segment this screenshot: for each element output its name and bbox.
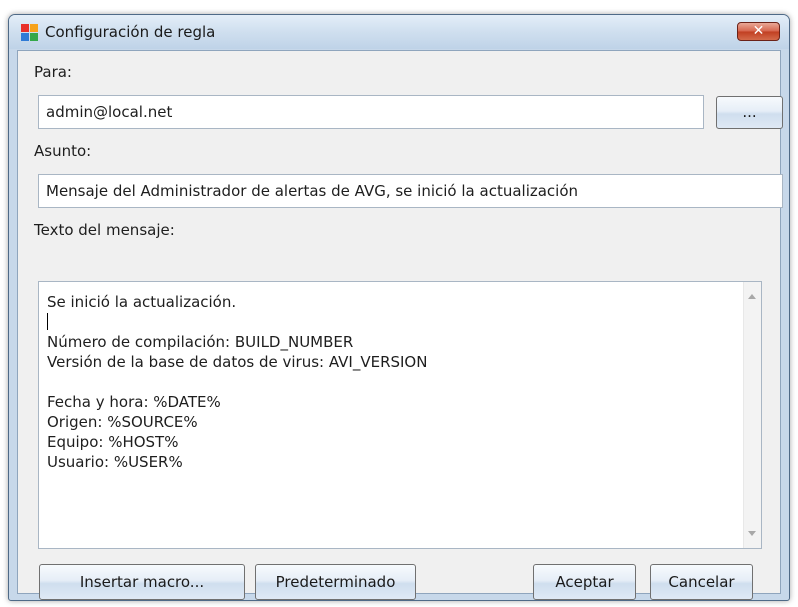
message-textarea[interactable]: Se inició la actualización. Número de com… [38, 281, 762, 549]
subject-field[interactable]: Mensaje del Administrador de alertas de … [38, 174, 783, 208]
to-label: Para: [34, 63, 72, 81]
message-line: Fecha y hora: %DATE% [47, 393, 221, 411]
title-bar[interactable]: Configuración de regla ✕ [9, 15, 789, 49]
message-line: Origen: %SOURCE% [47, 413, 198, 431]
message-scrollbar[interactable] [743, 282, 761, 548]
scroll-up-icon[interactable] [748, 294, 756, 299]
message-line: Equipo: %HOST% [47, 433, 179, 451]
browse-recipients-button[interactable]: ... [716, 96, 783, 129]
window-title: Configuración de regla [45, 23, 216, 41]
rule-settings-dialog: Configuración de regla ✕ Para: admin@loc… [8, 14, 790, 601]
message-label: Texto del mensaje: [34, 221, 175, 239]
subject-label: Asunto: [34, 142, 92, 160]
message-line [47, 372, 427, 392]
to-field[interactable]: admin@local.net [38, 95, 704, 129]
scroll-down-icon[interactable] [748, 531, 756, 536]
accept-button[interactable]: Aceptar [533, 564, 636, 600]
dialog-body: Para: admin@local.net ... Asunto: Mensaj… [17, 50, 783, 600]
message-line: Versión de la base de datos de virus: AV… [47, 353, 428, 371]
insert-macro-button[interactable]: Insertar macro... [39, 564, 245, 600]
avg-logo-icon [21, 24, 38, 41]
message-line [47, 312, 427, 332]
close-button[interactable]: ✕ [737, 22, 780, 41]
message-text: Se inició la actualización. Número de com… [47, 292, 427, 472]
text-caret [47, 313, 48, 330]
cancel-button[interactable]: Cancelar [650, 564, 753, 600]
message-line: Usuario: %USER% [47, 453, 183, 471]
message-line: Se inició la actualización. [47, 293, 237, 311]
default-button[interactable]: Predeterminado [255, 564, 416, 600]
message-line: Número de compilación: BUILD_NUMBER [47, 333, 354, 351]
